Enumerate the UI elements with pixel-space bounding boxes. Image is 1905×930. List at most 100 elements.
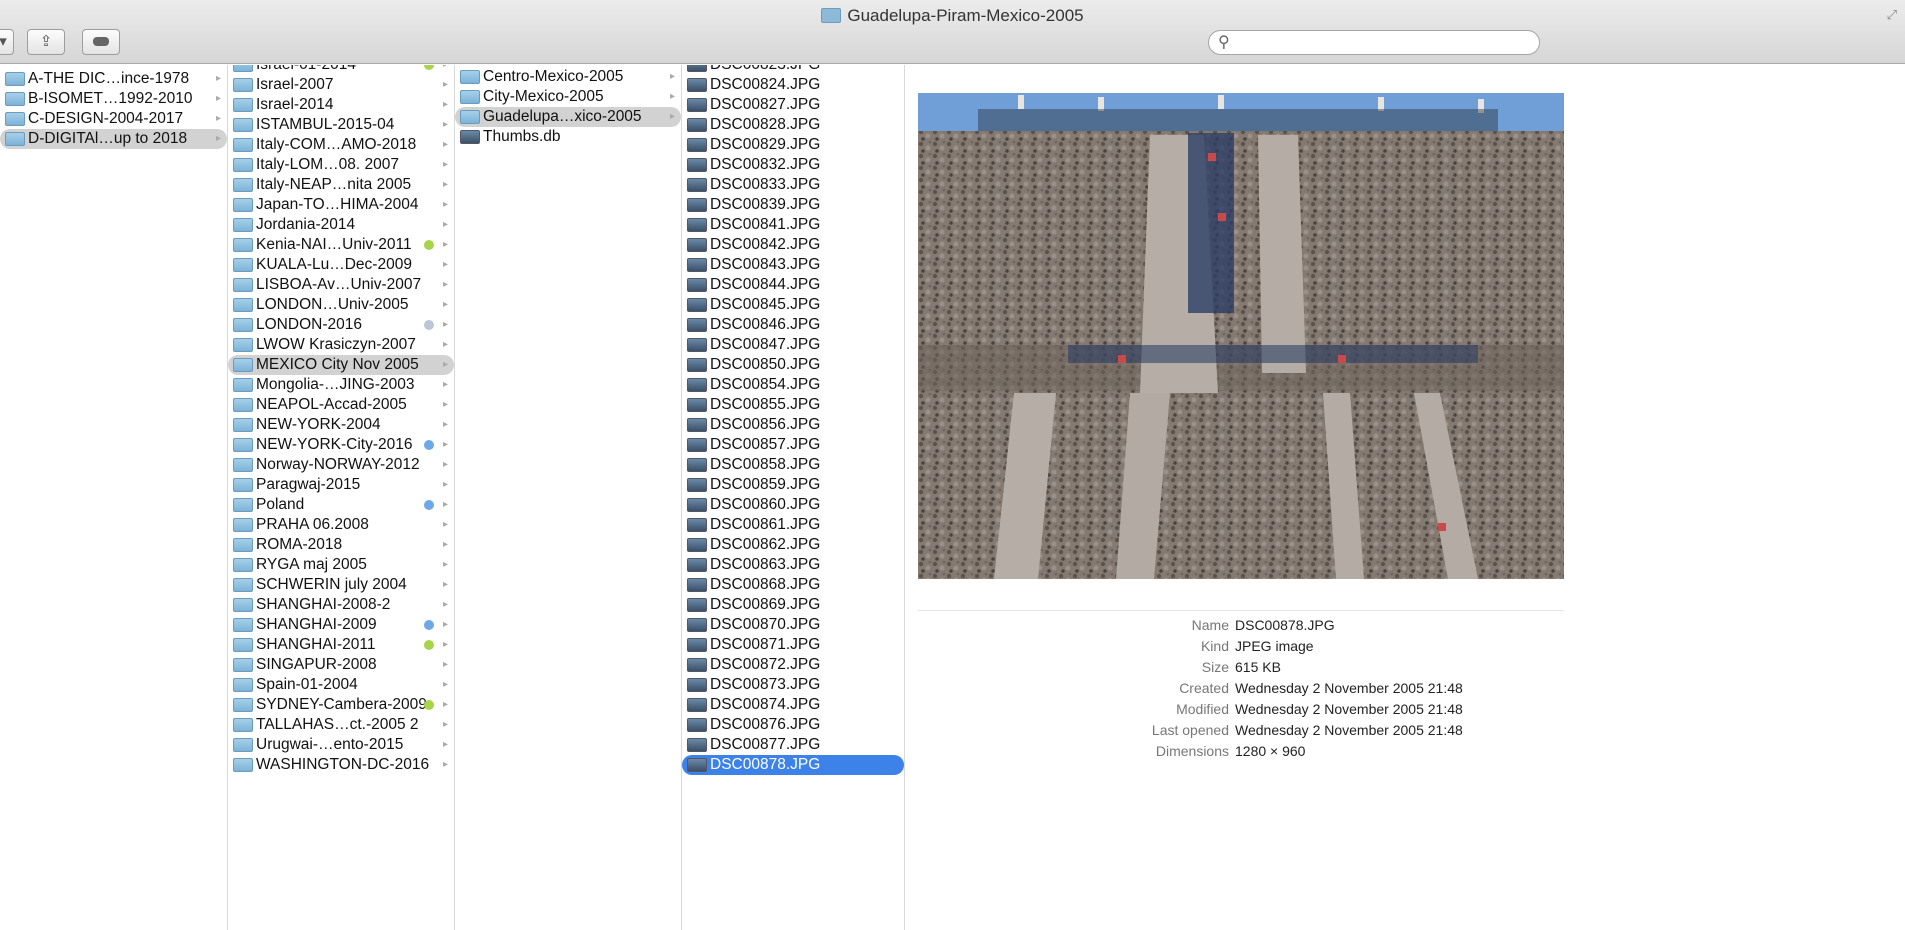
file-item-dsc00856-jpg[interactable]: DSC00856.JPG <box>682 415 904 435</box>
file-item-dsc00863-jpg[interactable]: DSC00863.JPG <box>682 555 904 575</box>
search-input[interactable]: ⚲ <box>1208 30 1540 55</box>
file-item-dsc00854-jpg[interactable]: DSC00854.JPG <box>682 375 904 395</box>
share-button[interactable]: ⇪ <box>27 29 65 55</box>
file-item-dsc00827-jpg[interactable]: DSC00827.JPG <box>682 95 904 115</box>
folder-item-istambul-2015-04[interactable]: ISTAMBUL-2015-04 ▸ <box>228 115 454 135</box>
file-item-dsc00870-jpg[interactable]: DSC00870.JPG <box>682 615 904 635</box>
file-item-dsc00832-jpg[interactable]: DSC00832.JPG <box>682 155 904 175</box>
file-item-dsc00841-jpg[interactable]: DSC00841.JPG <box>682 215 904 235</box>
folder-item-kenia-nai-univ-2011[interactable]: Kenia-NAI…Univ-2011 ▸ <box>228 235 454 255</box>
file-item-dsc00860-jpg[interactable]: DSC00860.JPG <box>682 495 904 515</box>
folder-item-jordania-2014[interactable]: Jordania-2014 ▸ <box>228 215 454 235</box>
folder-item-spain-01-2004[interactable]: Spain-01-2004 ▸ <box>228 675 454 695</box>
item-label: Italy-COM…AMO-2018 <box>256 136 417 153</box>
folder-icon <box>233 458 253 472</box>
folder-item-sydney-cambera-2009[interactable]: SYDNEY-Cambera-2009 ▸ <box>228 695 454 715</box>
column-4[interactable]: DSC00823.JPG DSC00824.JPG DSC00827.JPG DSC0… <box>682 65 905 930</box>
disclosure-arrow-icon: ▸ <box>442 619 448 630</box>
folder-item-london-univ-2005[interactable]: LONDON…Univ-2005 ▸ <box>228 295 454 315</box>
image-thumbnail-icon <box>687 558 707 572</box>
info-value: Wednesday 2 November 2005 21:48 <box>1235 722 1463 738</box>
folder-item-d-digital-up-to-2018[interactable]: D-DIGITAl…up to 2018 ▸ <box>0 129 227 149</box>
file-item-dsc00842-jpg[interactable]: DSC00842.JPG <box>682 235 904 255</box>
arrange-dropdown-button[interactable]: ▾ <box>0 29 14 55</box>
disclosure-arrow-icon: ▸ <box>442 639 448 650</box>
folder-item-city-mexico-2005[interactable]: City-Mexico-2005 ▸ <box>455 87 681 107</box>
folder-item-lwow-krasiczyn-2007[interactable]: LWOW Krasiczyn-2007 ▸ <box>228 335 454 355</box>
folder-item-mongolia-jing-2003[interactable]: Mongolia-…JING-2003 ▸ <box>228 375 454 395</box>
folder-item-urugwai-ento-2015[interactable]: Urugwai-…ento-2015 ▸ <box>228 735 454 755</box>
column-1[interactable]: A-THE DIC…ince-1978 ▸ B-ISOMET…1992-2010 ▸ C… <box>0 65 228 930</box>
folder-item-schwerin-july-2004[interactable]: SCHWERIN july 2004 ▸ <box>228 575 454 595</box>
file-item-dsc00868-jpg[interactable]: DSC00868.JPG <box>682 575 904 595</box>
folder-item-tallahas-ct-2005-2[interactable]: TALLAHAS…ct.-2005 2 ▸ <box>228 715 454 735</box>
file-item-dsc00843-jpg[interactable]: DSC00843.JPG <box>682 255 904 275</box>
folder-item-london-2016[interactable]: LONDON-2016 ▸ <box>228 315 454 335</box>
folder-item-italy-neap-nita-2005[interactable]: Italy-NEAP…nita 2005 ▸ <box>228 175 454 195</box>
folder-item-italy-com-amo-2018[interactable]: Italy-COM…AMO-2018 ▸ <box>228 135 454 155</box>
file-item-dsc00845-jpg[interactable]: DSC00845.JPG <box>682 295 904 315</box>
folder-item-neapol-accad-2005[interactable]: NEAPOL-Accad-2005 ▸ <box>228 395 454 415</box>
folder-item-poland[interactable]: Poland ▸ <box>228 495 454 515</box>
file-item-dsc00869-jpg[interactable]: DSC00869.JPG <box>682 595 904 615</box>
folder-item-shanghai-2008-2[interactable]: SHANGHAI-2008-2 ▸ <box>228 595 454 615</box>
tags-button[interactable] <box>82 29 120 55</box>
folder-item-shanghai-2009[interactable]: SHANGHAI-2009 ▸ <box>228 615 454 635</box>
folder-item-japan-to-hima-2004[interactable]: Japan-TO…HIMA-2004 ▸ <box>228 195 454 215</box>
folder-item-b-isomet-1992-2010[interactable]: B-ISOMET…1992-2010 ▸ <box>0 89 227 109</box>
item-label: Japan-TO…HIMA-2004 <box>256 196 419 213</box>
folder-item-new-york-city-2016[interactable]: NEW-YORK-City-2016 ▸ <box>228 435 454 455</box>
folder-item-roma-2018[interactable]: ROMA-2018 ▸ <box>228 535 454 555</box>
file-item-dsc00858-jpg[interactable]: DSC00858.JPG <box>682 455 904 475</box>
item-label: DSC00876.JPG <box>710 716 821 733</box>
folder-item-italy-lom-08-2007[interactable]: Italy-LOM…08. 2007 ▸ <box>228 155 454 175</box>
folder-item-norway-norway-2012[interactable]: Norway-NORWAY-2012 ▸ <box>228 455 454 475</box>
file-item-dsc00850-jpg[interactable]: DSC00850.JPG <box>682 355 904 375</box>
folder-item-shanghai-2011[interactable]: SHANGHAI-2011 ▸ <box>228 635 454 655</box>
folder-item-israel-2014[interactable]: Israel-2014 ▸ <box>228 95 454 115</box>
folder-item-paragwaj-2015[interactable]: Paragwaj-2015 ▸ <box>228 475 454 495</box>
folder-item-mexico-city-nov-2005[interactable]: MEXICO City Nov 2005 ▸ <box>228 355 454 375</box>
file-item-dsc00824-jpg[interactable]: DSC00824.JPG <box>682 75 904 95</box>
disclosure-arrow-icon: ▸ <box>442 659 448 670</box>
file-item-dsc00839-jpg[interactable]: DSC00839.JPG <box>682 195 904 215</box>
folder-item-lisboa-av-univ-2007[interactable]: LISBOA-Av…Univ-2007 ▸ <box>228 275 454 295</box>
file-item-dsc00857-jpg[interactable]: DSC00857.JPG <box>682 435 904 455</box>
file-item-dsc00861-jpg[interactable]: DSC00861.JPG <box>682 515 904 535</box>
folder-item-singapur-2008[interactable]: SINGAPUR-2008 ▸ <box>228 655 454 675</box>
folder-item-ryga-maj-2005[interactable]: RYGA maj 2005 ▸ <box>228 555 454 575</box>
file-item-dsc00823-jpg[interactable]: DSC00823.JPG <box>682 65 904 75</box>
file-item-dsc00862-jpg[interactable]: DSC00862.JPG <box>682 535 904 555</box>
fullscreen-icon[interactable]: ⤢ <box>1887 7 1897 23</box>
file-item-dsc00855-jpg[interactable]: DSC00855.JPG <box>682 395 904 415</box>
folder-item-israel-2007[interactable]: Israel-2007 ▸ <box>228 75 454 95</box>
folder-item-israel-01-2014[interactable]: Israel-01-2014 ▸ <box>228 65 454 75</box>
file-item-dsc00844-jpg[interactable]: DSC00844.JPG <box>682 275 904 295</box>
file-item-dsc00876-jpg[interactable]: DSC00876.JPG <box>682 715 904 735</box>
file-item-dsc00846-jpg[interactable]: DSC00846.JPG <box>682 315 904 335</box>
file-item-dsc00828-jpg[interactable]: DSC00828.JPG <box>682 115 904 135</box>
file-item-dsc00878-jpg[interactable]: DSC00878.JPG <box>682 755 904 775</box>
file-item-dsc00872-jpg[interactable]: DSC00872.JPG <box>682 655 904 675</box>
file-item-dsc00871-jpg[interactable]: DSC00871.JPG <box>682 635 904 655</box>
file-item-dsc00847-jpg[interactable]: DSC00847.JPG <box>682 335 904 355</box>
item-label: DSC00841.JPG <box>710 216 821 233</box>
file-item-dsc00859-jpg[interactable]: DSC00859.JPG <box>682 475 904 495</box>
file-item-dsc00873-jpg[interactable]: DSC00873.JPG <box>682 675 904 695</box>
folder-item-thumbs-db[interactable]: Thumbs.db <box>455 127 681 147</box>
folder-item-a-the-dic-ince-1978[interactable]: A-THE DIC…ince-1978 ▸ <box>0 69 227 89</box>
column-2[interactable]: Israel-01-2014▸Israel-2007▸Israel-2014▸I… <box>228 65 455 930</box>
folder-item-washington-dc-2016[interactable]: WASHINGTON-DC-2016 ▸ <box>228 755 454 775</box>
folder-item-kuala-lu-dec-2009[interactable]: KUALA-Lu…Dec-2009 ▸ <box>228 255 454 275</box>
column-3[interactable]: Centro-Mexico-2005 ▸ City-Mexico-2005 ▸ Guad… <box>455 65 682 930</box>
file-item-dsc00874-jpg[interactable]: DSC00874.JPG <box>682 695 904 715</box>
folder-item-c-design-2004-2017[interactable]: C-DESIGN-2004-2017 ▸ <box>0 109 227 129</box>
folder-item-centro-mexico-2005[interactable]: Centro-Mexico-2005 ▸ <box>455 67 681 87</box>
folder-item-new-york-2004[interactable]: NEW-YORK-2004 ▸ <box>228 415 454 435</box>
folder-item-guadelupa-xico-2005[interactable]: Guadelupa…xico-2005 ▸ <box>455 107 681 127</box>
file-item-dsc00877-jpg[interactable]: DSC00877.JPG <box>682 735 904 755</box>
file-item-dsc00833-jpg[interactable]: DSC00833.JPG <box>682 175 904 195</box>
folder-item-praha-06-2008[interactable]: PRAHA 06.2008 ▸ <box>228 515 454 535</box>
folder-icon <box>460 70 480 84</box>
file-item-dsc00829-jpg[interactable]: DSC00829.JPG <box>682 135 904 155</box>
